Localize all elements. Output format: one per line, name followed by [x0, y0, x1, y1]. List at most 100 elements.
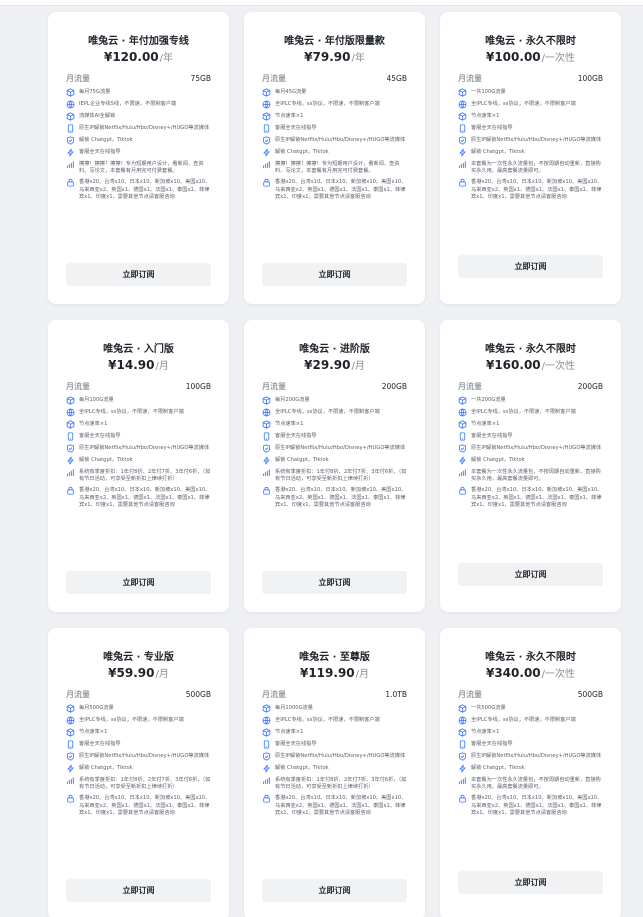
- feature-item: 系统有季度折扣：1年付8折、2年付7折、3年付6折，（如有节日活动，可享受至新折…: [262, 469, 407, 483]
- feature-text: 节点速率×1: [79, 421, 108, 427]
- cube-icon: [262, 396, 271, 405]
- phone-icon: [262, 124, 271, 133]
- feature-item: 节点速率×1: [262, 420, 407, 429]
- feature-item: 每月500G流量: [66, 704, 211, 713]
- feature-item: 香港x20、台湾x10、日本x10、新加坡x10、美国x10、马来西亚x2、英国…: [66, 179, 211, 201]
- feature-text: 香港x20、台湾x10、日本x10、新加坡x10、美国x10、马来西亚x2、英国…: [79, 795, 211, 816]
- feature-text: 节点速率×1: [275, 113, 304, 119]
- shield-check-icon: [66, 752, 75, 761]
- feature-text: 原生IP解锁Netflix/Hulu/Hbo/Disney+/HUGO等流媒体: [471, 445, 602, 451]
- feature-item: 全IPLC专线，ss协议，不限速，不限制客户端: [458, 716, 603, 725]
- feature-text: 客服全天在线指导: [471, 125, 513, 131]
- plan-period: /一次性: [541, 669, 576, 680]
- traffic-row: 月流量 100GB: [458, 71, 603, 85]
- feature-text: 系统有季度折扣：1年付8折、2年付7折、3年付6折，（如有节日活动，可享受至新折…: [79, 777, 211, 791]
- subscribe-button[interactable]: 立即订阅: [458, 563, 603, 586]
- phone-icon: [458, 124, 467, 133]
- subscribe-button[interactable]: 立即订阅: [262, 879, 407, 902]
- feature-item: 解锁 Chatgpt，Tiktok: [262, 148, 407, 157]
- feature-text: 解锁 Chatgpt，Tiktok: [275, 149, 329, 155]
- traffic-row: 月流量 45GB: [262, 71, 407, 85]
- plan-card: 唯兔云 · 年付加强专线 ¥120.00/年 月流量 75GB 每月75G流量 IEPL企…: [48, 12, 229, 304]
- feature-item: 全IPLC专线，ss协议，不限速，不限制客户端: [262, 100, 407, 109]
- globe-icon: [458, 408, 467, 417]
- feature-text: 原生IP解锁Netflix/Hulu/Hbo/Disney+/HUGO等流媒体: [471, 753, 602, 759]
- feature-text: 解锁 Chatgpt，Tiktok: [79, 137, 133, 143]
- feature-text: 系统有季度折扣：1年付8折、2年付7折、3年付6折，（如有节日活动，可享受至新折…: [275, 469, 407, 483]
- traffic-label: 月流量: [262, 689, 286, 699]
- feature-item: 香港x20、台湾x10、日本x10、新加坡x10、美国x10、马来西亚x2、英国…: [66, 795, 211, 817]
- plan-period: /年: [351, 53, 365, 64]
- feature-text: 一共200G流量: [471, 397, 506, 403]
- feature-text: 每月500G流量: [79, 705, 114, 711]
- subscribe-button[interactable]: 立即订阅: [66, 263, 211, 286]
- feature-text: 原生IP解锁Netflix/Hulu/Hbo/Disney+/HUGO等流媒体: [275, 137, 406, 143]
- feature-text: 客服全天在线指导: [471, 433, 513, 439]
- bar-chart-icon: [458, 468, 467, 477]
- feature-text: 香港x20、台湾x10、日本x10、新加坡x10、美国x10、马来西亚x2、英国…: [471, 179, 603, 200]
- plan-title: 唯兔云 · 年付版限量款: [284, 36, 385, 47]
- cube-icon: [66, 88, 75, 97]
- subscribe-button[interactable]: 立即订阅: [458, 871, 603, 894]
- feature-item: 香港x20、台湾x10、日本x10、新加坡x10、美国x10、马来西亚x2、英国…: [262, 179, 407, 201]
- lightning-icon: [458, 148, 467, 157]
- shield-check-icon: [458, 136, 467, 145]
- cube-icon: [66, 112, 75, 121]
- feature-text: 系统有季度折扣：1年付8折、2年付7折、3年付6折，（如有节日活动，可享受至新折…: [79, 469, 211, 483]
- feature-text: 解锁 Chatgpt，Tiktok: [275, 457, 329, 463]
- feature-item: 每月100G流量: [66, 396, 211, 405]
- feature-text: 擦擦！擦擦！擦擦！专为短期用户设计，看新闻、查资料、写论文，本套餐有月用完可付费…: [79, 161, 204, 175]
- plan-title: 唯兔云 · 年付加强专线: [88, 36, 189, 47]
- lock-icon: [262, 178, 271, 187]
- globe-icon: [262, 100, 271, 109]
- subscribe-button[interactable]: 立即订阅: [66, 879, 211, 902]
- feature-text: 流媒体AI全解锁: [79, 113, 116, 119]
- feature-item: 客服全天在线指导: [66, 148, 211, 157]
- lightning-icon: [66, 148, 75, 157]
- phone-icon: [262, 740, 271, 749]
- bar-chart-icon: [66, 468, 75, 477]
- traffic-row: 月流量 500GB: [66, 687, 211, 701]
- subscribe-button[interactable]: 立即订阅: [262, 571, 407, 594]
- feature-item: 本套餐为一次性永久流量包，不按周期自动重新，直接购买永久用，最高套餐流量即可。: [458, 469, 603, 483]
- feature-list: 一共200G流量 全IPLC专线，ss协议，不限速，不限制客户端 节点速率×1 客服全…: [458, 396, 603, 509]
- feature-text: 本套餐为一次性永久流量包，不按周期自动重新，直接购买永久用，最高套餐流量即可。: [471, 161, 601, 175]
- cube-icon: [66, 728, 75, 737]
- feature-item: 客服全天在线指导: [262, 740, 407, 749]
- plan-title: 唯兔云 · 永久不限时: [485, 652, 576, 663]
- feature-text: 客服全天在线指导: [79, 149, 121, 155]
- traffic-value: 1.0TB: [385, 689, 407, 699]
- cube-icon: [66, 420, 75, 429]
- feature-item: 客服全天在线指导: [262, 124, 407, 133]
- cube-icon: [262, 728, 271, 737]
- lock-icon: [458, 178, 467, 187]
- subscribe-button[interactable]: 立即订阅: [262, 263, 407, 286]
- feature-text: 解锁 Chatgpt，Tiktok: [471, 149, 525, 155]
- phone-icon: [66, 124, 75, 133]
- plan-card: 唯兔云 · 永久不限时 ¥160.00/一次性 月流量 200GB 一共200G流量 全I…: [440, 320, 621, 612]
- feature-text: 节点速率×1: [471, 729, 500, 735]
- lightning-icon: [262, 148, 271, 157]
- feature-text: 每月200G流量: [275, 397, 310, 403]
- subscribe-button[interactable]: 立即订阅: [66, 571, 211, 594]
- feature-item: 一共200G流量: [458, 396, 603, 405]
- plan-card: 唯兔云 · 入门版 ¥14.90/月 月流量 100GB 每月100G流量 全IPLC专线…: [48, 320, 229, 612]
- plan-title: 唯兔云 · 永久不限时: [485, 36, 576, 47]
- feature-list: 每月1000G流量 全IPLC专线，ss协议，不限速，不限制客户端 节点速率×1 客服…: [262, 704, 407, 817]
- feature-text: 香港x20、台湾x10、日本x10、新加坡x10、美国x10、马来西亚x2、英国…: [275, 795, 407, 816]
- feature-item: 原生IP解锁Netflix/Hulu/Hbo/Disney+/HUGO等流媒体: [458, 752, 603, 761]
- shield-check-icon: [262, 136, 271, 145]
- feature-text: 解锁 Chatgpt，Tiktok: [471, 765, 525, 771]
- plan-period: /月: [351, 361, 365, 372]
- plan-period: /一次性: [541, 53, 576, 64]
- subscribe-button[interactable]: 立即订阅: [458, 255, 603, 278]
- feature-item: 香港x20、台湾x10、日本x10、新加坡x10、美国x10、马来西亚x2、英国…: [458, 487, 603, 509]
- globe-icon: [458, 716, 467, 725]
- feature-item: 全IPLC专线，ss协议，不限速，不限制客户端: [66, 716, 211, 725]
- traffic-value: 500GB: [185, 689, 211, 699]
- feature-text: 客服全天在线指导: [275, 741, 317, 747]
- feature-list: 一共500G流量 全IPLC专线，ss协议，不限速，不限制客户端 节点速率×1 客服全…: [458, 704, 603, 817]
- feature-text: 解锁 Chatgpt，Tiktok: [471, 457, 525, 463]
- plan-price: ¥340.00: [485, 666, 541, 680]
- feature-item: 一共100G流量: [458, 88, 603, 97]
